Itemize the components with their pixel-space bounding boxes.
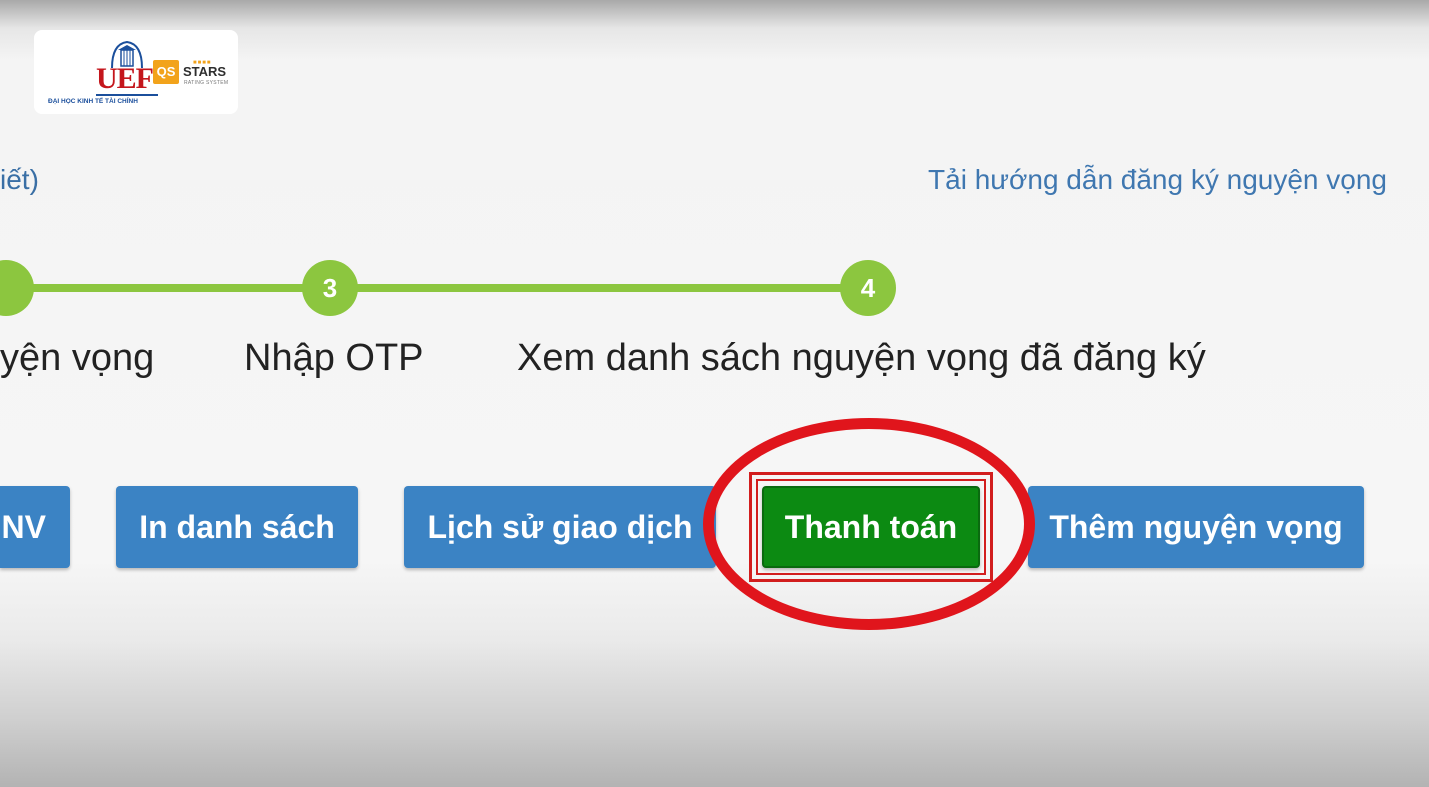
qs-rating-text: RATING SYSTEM (184, 80, 229, 86)
step-2-circle (0, 260, 34, 316)
uef-logo-text: UEF (96, 62, 154, 95)
step-4-circle: 4 (840, 260, 896, 316)
uef-logo-subtitle: ĐẠI HỌC KINH TẾ TÀI CHÍNH (48, 98, 138, 105)
step-3-circle: 3 (302, 260, 358, 316)
stepper-line-segment (0, 284, 330, 292)
partial-nv-button-label: NV (1, 508, 46, 545)
partial-nv-button[interactable]: NV (0, 486, 70, 568)
qs-logo-badge: QS (153, 60, 179, 84)
transaction-history-button[interactable]: Lịch sử giao dịch (404, 486, 716, 568)
print-list-button[interactable]: In danh sách (116, 486, 358, 568)
step-3-label: Nhập OTP (244, 337, 424, 379)
step-2-label: yện vọng (0, 337, 155, 379)
logo-card: UEF ĐẠI HỌC KINH TẾ TÀI CHÍNH QS ■■■■ ST… (34, 30, 238, 114)
pay-button[interactable]: Thanh toán (762, 486, 980, 568)
stepper-line-segment (330, 284, 868, 292)
download-guide-link[interactable]: Tải hướng dẫn đăng ký nguyện vọng (928, 164, 1387, 196)
uef-logo-rule (96, 94, 158, 96)
add-wish-button[interactable]: Thêm nguyện vọng (1028, 486, 1364, 568)
qs-stars-text: STARS (183, 64, 227, 79)
partial-detail-link[interactable]: iết) (0, 164, 39, 196)
step-4-label: Xem danh sách nguyện vọng đã đăng ký (517, 337, 1206, 379)
